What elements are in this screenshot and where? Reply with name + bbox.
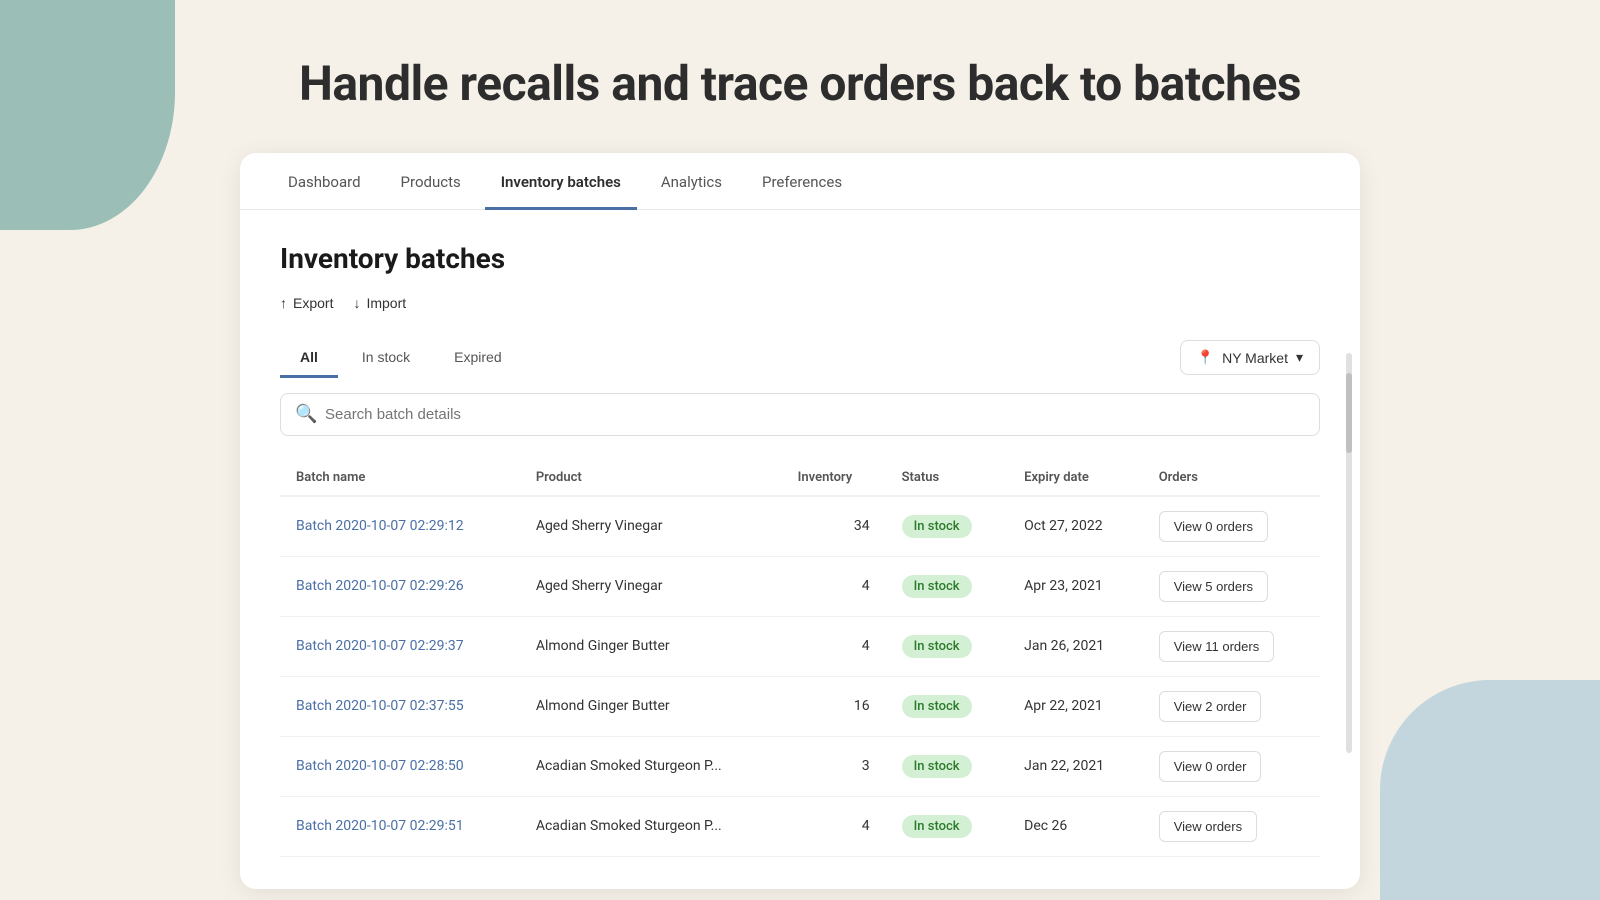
view-orders-button[interactable]: View 0 order [1159,751,1262,782]
cell-expiry-date: Jan 22, 2021 [1008,736,1143,796]
col-header-status: Status [886,460,1009,496]
cell-expiry-date: Jan 26, 2021 [1008,616,1143,676]
cell-expiry-date: Apr 23, 2021 [1008,556,1143,616]
cell-status: In stock [886,796,1009,856]
cell-orders: View 2 order [1143,676,1320,736]
export-button[interactable]: ↑ Export [280,291,333,315]
tab-dashboard[interactable]: Dashboard [272,153,377,210]
filter-tab-in-stock[interactable]: In stock [342,339,430,378]
table-row: Batch 2020-10-07 02:28:50 Acadian Smoked… [280,736,1320,796]
cell-orders: View 0 orders [1143,496,1320,557]
filter-bar: All In stock Expired 📍 NY Market ▾ [280,339,1320,377]
batch-name-link[interactable]: Batch 2020-10-07 02:29:26 [296,578,464,594]
status-badge: In stock [902,815,972,838]
status-badge: In stock [902,575,972,598]
cell-expiry-date: Dec 26 [1008,796,1143,856]
cell-status: In stock [886,496,1009,557]
col-header-expiry-date: Expiry date [1008,460,1143,496]
cell-status: In stock [886,736,1009,796]
table-header-row: Batch name Product Inventory Status Expi… [280,460,1320,496]
filter-tabs: All In stock Expired [280,339,522,377]
table-row: Batch 2020-10-07 02:29:12 Aged Sherry Vi… [280,496,1320,557]
col-header-batch-name: Batch name [280,460,520,496]
table-row: Batch 2020-10-07 02:37:55 Almond Ginger … [280,676,1320,736]
import-icon: ↓ [353,295,360,311]
cell-expiry-date: Oct 27, 2022 [1008,496,1143,557]
status-badge: In stock [902,695,972,718]
batch-name-link[interactable]: Batch 2020-10-07 02:29:12 [296,518,464,534]
search-box: 🔍 [280,393,1320,436]
batch-name-link[interactable]: Batch 2020-10-07 02:29:51 [296,818,464,834]
import-button[interactable]: ↓ Import [353,291,406,315]
main-card: Dashboard Products Inventory batches Ana… [240,153,1360,889]
search-icon: 🔍 [295,404,317,425]
scrollbar-thumb[interactable] [1346,373,1352,453]
col-header-product: Product [520,460,782,496]
cell-orders: View 0 order [1143,736,1320,796]
table-row: Batch 2020-10-07 02:29:51 Acadian Smoked… [280,796,1320,856]
scrollbar-track[interactable] [1346,353,1352,753]
cell-orders: View 5 orders [1143,556,1320,616]
cell-product: Almond Ginger Butter [520,616,782,676]
cell-product: Aged Sherry Vinegar [520,556,782,616]
cell-orders: View 11 orders [1143,616,1320,676]
cell-batch-name: Batch 2020-10-07 02:37:55 [280,676,520,736]
batch-table: Batch name Product Inventory Status Expi… [280,460,1320,857]
tab-preferences[interactable]: Preferences [746,153,858,210]
view-orders-button[interactable]: View orders [1159,811,1257,842]
tab-products[interactable]: Products [385,153,477,210]
cell-status: In stock [886,556,1009,616]
cell-batch-name: Batch 2020-10-07 02:29:37 [280,616,520,676]
cell-product: Almond Ginger Butter [520,676,782,736]
col-header-inventory: Inventory [782,460,886,496]
cell-inventory: 34 [782,496,886,557]
filter-tab-all[interactable]: All [280,339,338,378]
location-selector[interactable]: 📍 NY Market ▾ [1180,340,1320,375]
cell-status: In stock [886,676,1009,736]
page-content: Inventory batches ↑ Export ↓ Import All … [240,210,1360,889]
cell-product: Acadian Smoked Sturgeon P... [520,736,782,796]
filter-tab-expired[interactable]: Expired [434,339,521,378]
col-header-orders: Orders [1143,460,1320,496]
tab-analytics[interactable]: Analytics [645,153,738,210]
cell-batch-name: Batch 2020-10-07 02:29:26 [280,556,520,616]
decorative-shape-bottom-right [1380,680,1600,900]
cell-inventory: 4 [782,616,886,676]
batch-name-link[interactable]: Batch 2020-10-07 02:29:37 [296,638,464,654]
view-orders-button[interactable]: View 11 orders [1159,631,1275,662]
cell-status: In stock [886,616,1009,676]
chevron-down-icon: ▾ [1296,349,1303,366]
cell-product: Acadian Smoked Sturgeon P... [520,796,782,856]
cell-inventory: 3 [782,736,886,796]
status-badge: In stock [902,635,972,658]
table-row: Batch 2020-10-07 02:29:26 Aged Sherry Vi… [280,556,1320,616]
batch-name-link[interactable]: Batch 2020-10-07 02:28:50 [296,758,464,774]
cell-batch-name: Batch 2020-10-07 02:28:50 [280,736,520,796]
cell-inventory: 4 [782,796,886,856]
nav-tabs: Dashboard Products Inventory batches Ana… [240,153,1360,210]
cell-orders: View orders [1143,796,1320,856]
status-badge: In stock [902,755,972,778]
toolbar: ↑ Export ↓ Import [280,291,1320,315]
hero-heading: Handle recalls and trace orders back to … [0,0,1600,153]
batch-name-link[interactable]: Batch 2020-10-07 02:37:55 [296,698,464,714]
view-orders-button[interactable]: View 2 order [1159,691,1262,722]
page-title: Inventory batches [280,242,1320,275]
location-icon: 📍 [1197,349,1214,366]
table-row: Batch 2020-10-07 02:29:37 Almond Ginger … [280,616,1320,676]
view-orders-button[interactable]: View 0 orders [1159,511,1268,542]
table-body: Batch 2020-10-07 02:29:12 Aged Sherry Vi… [280,496,1320,857]
status-badge: In stock [902,515,972,538]
cell-product: Aged Sherry Vinegar [520,496,782,557]
cell-expiry-date: Apr 22, 2021 [1008,676,1143,736]
search-input[interactable] [281,394,1319,435]
tab-inventory-batches[interactable]: Inventory batches [485,153,637,210]
cell-inventory: 4 [782,556,886,616]
cell-inventory: 16 [782,676,886,736]
cell-batch-name: Batch 2020-10-07 02:29:51 [280,796,520,856]
cell-batch-name: Batch 2020-10-07 02:29:12 [280,496,520,557]
export-icon: ↑ [280,295,287,311]
view-orders-button[interactable]: View 5 orders [1159,571,1268,602]
